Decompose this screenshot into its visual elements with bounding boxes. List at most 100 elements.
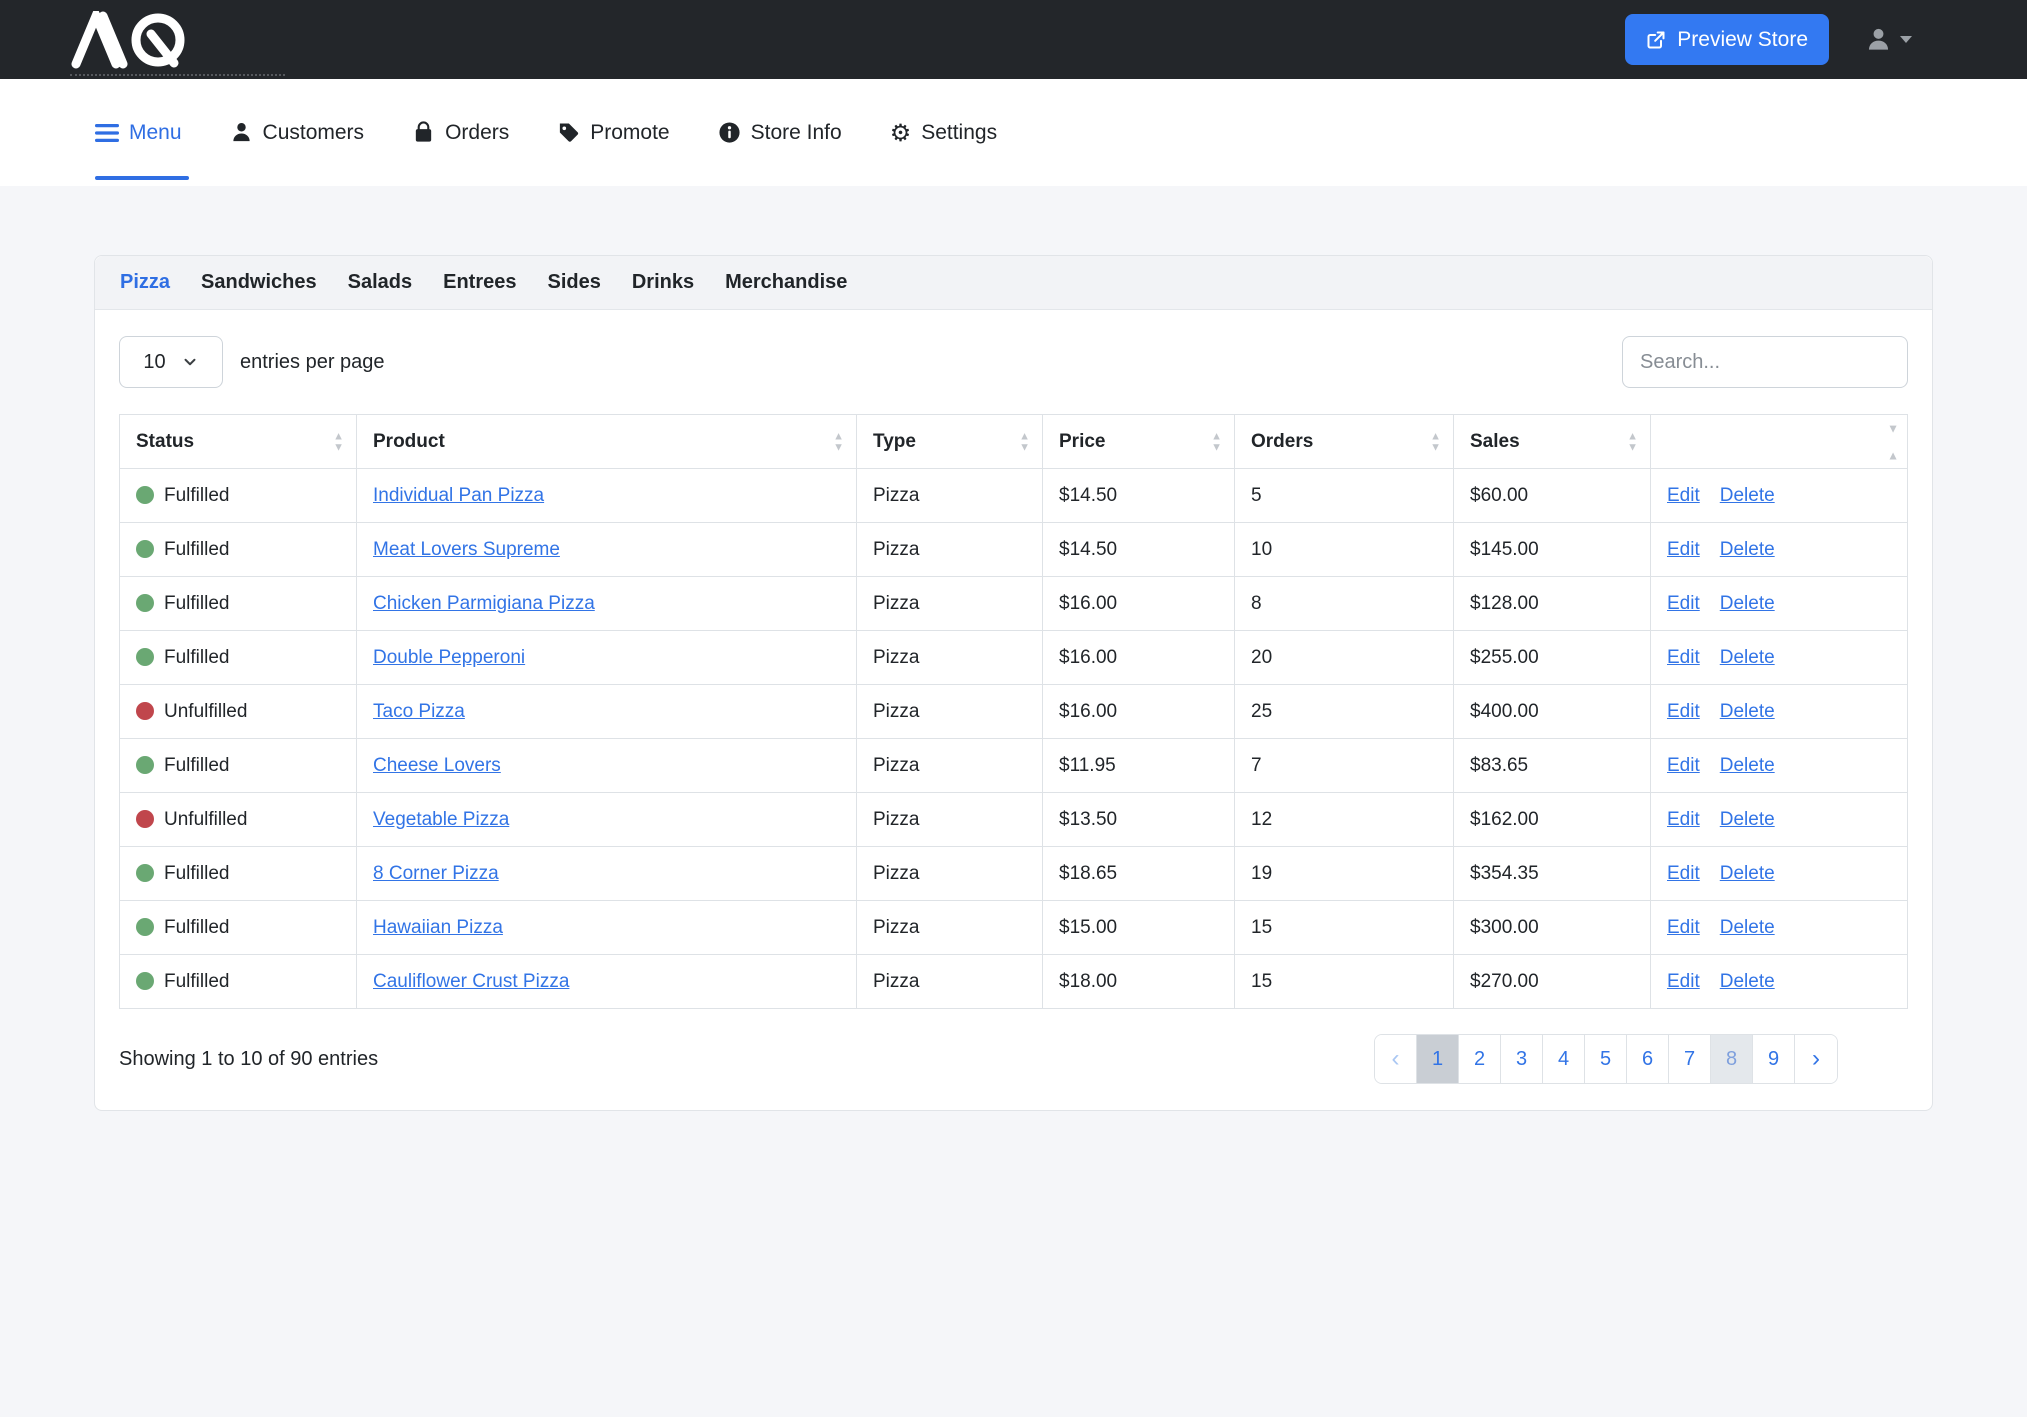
product-link[interactable]: Cauliflower Crust Pizza — [373, 971, 569, 992]
column-label: Product — [373, 431, 445, 452]
edit-link[interactable]: Edit — [1667, 809, 1700, 830]
pagination-page-7[interactable]: 7 — [1669, 1035, 1711, 1083]
edit-link[interactable]: Edit — [1667, 971, 1700, 992]
sort-icon[interactable]: ▼▲ — [1887, 422, 1899, 461]
tab-pizza[interactable]: Pizza — [120, 271, 170, 294]
pagination-prev-button[interactable]: ‹ — [1375, 1035, 1417, 1083]
table-row: UnfulfilledTaco PizzaPizza$16.0025$400.0… — [120, 685, 1908, 739]
product-link[interactable]: Hawaiian Pizza — [373, 917, 503, 938]
sort-asc-arrow: ▲ — [333, 431, 344, 441]
actions-cell: Edit Delete — [1651, 469, 1908, 523]
column-header-orders[interactable]: Orders▲▼ — [1235, 415, 1454, 469]
edit-link[interactable]: Edit — [1667, 593, 1700, 614]
edit-link[interactable]: Edit — [1667, 539, 1700, 560]
delete-link[interactable]: Delete — [1720, 971, 1775, 992]
pagination-page-9[interactable]: 9 — [1753, 1035, 1795, 1083]
entries-summary: Showing 1 to 10 of 90 entries — [119, 1048, 378, 1071]
orders-cell: 25 — [1235, 685, 1454, 739]
table-row: FulfilledCheese LoversPizza$11.957$83.65… — [120, 739, 1908, 793]
actions-cell: Edit Delete — [1651, 793, 1908, 847]
delete-link[interactable]: Delete — [1720, 755, 1775, 776]
tab-merchandise[interactable]: Merchandise — [725, 271, 847, 294]
delete-link[interactable]: Delete — [1720, 647, 1775, 668]
product-link[interactable]: Double Pepperoni — [373, 647, 525, 668]
nav-item-settings[interactable]: ⚙︎ Settings — [890, 121, 997, 145]
table-row: FulfilledCauliflower Crust PizzaPizza$18… — [120, 955, 1908, 1009]
delete-link[interactable]: Delete — [1720, 539, 1775, 560]
store-logo[interactable] — [70, 4, 285, 76]
product-link[interactable]: Vegetable Pizza — [373, 809, 509, 830]
status-dot-icon — [136, 756, 154, 774]
column-header-sales[interactable]: Sales▲▼ — [1454, 415, 1651, 469]
nav-item-orders[interactable]: Orders — [412, 121, 509, 145]
edit-link[interactable]: Edit — [1667, 755, 1700, 776]
actions-cell: Edit Delete — [1651, 739, 1908, 793]
price-cell: $16.00 — [1043, 685, 1235, 739]
delete-link[interactable]: Delete — [1720, 593, 1775, 614]
nav-item-menu[interactable]: Menu — [95, 121, 182, 145]
price-cell: $18.65 — [1043, 847, 1235, 901]
pagination-page-6[interactable]: 6 — [1627, 1035, 1669, 1083]
delete-link[interactable]: Delete — [1720, 863, 1775, 884]
search-input[interactable] — [1622, 336, 1908, 388]
product-link[interactable]: Individual Pan Pizza — [373, 485, 544, 506]
delete-link[interactable]: Delete — [1720, 485, 1775, 506]
edit-link[interactable]: Edit — [1667, 863, 1700, 884]
column-header-price[interactable]: Price▲▼ — [1043, 415, 1235, 469]
nav-item-promote[interactable]: Promote — [557, 121, 669, 145]
status-dot-icon — [136, 540, 154, 558]
delete-link[interactable]: Delete — [1720, 809, 1775, 830]
pagination-page-8[interactable]: 8 — [1711, 1035, 1753, 1083]
delete-link[interactable]: Delete — [1720, 701, 1775, 722]
product-cell: Double Pepperoni — [357, 631, 857, 685]
preview-store-button[interactable]: Preview Store — [1625, 14, 1829, 65]
pagination-next-button[interactable]: › — [1795, 1035, 1837, 1083]
nav-label: Settings — [921, 121, 997, 145]
user-menu-button[interactable] — [1865, 26, 1912, 53]
edit-link[interactable]: Edit — [1667, 647, 1700, 668]
sort-desc-arrow: ▼ — [1430, 442, 1441, 452]
edit-link[interactable]: Edit — [1667, 917, 1700, 938]
column-header-actions[interactable]: ▼▲ — [1651, 415, 1908, 469]
edit-link[interactable]: Edit — [1667, 485, 1700, 506]
pagination-page-4[interactable]: 4 — [1543, 1035, 1585, 1083]
actions-cell: Edit Delete — [1651, 577, 1908, 631]
sort-icon[interactable]: ▲▼ — [1627, 431, 1638, 452]
table-row: UnfulfilledVegetable PizzaPizza$13.5012$… — [120, 793, 1908, 847]
chevron-down-icon — [181, 353, 199, 371]
pagination-page-5[interactable]: 5 — [1585, 1035, 1627, 1083]
product-link[interactable]: Chicken Parmigiana Pizza — [373, 593, 595, 614]
card-body: 10 entries per page Status▲▼Product▲▼Typ… — [95, 310, 1932, 1009]
table-header-row: Status▲▼Product▲▼Type▲▼Price▲▼Orders▲▼Sa… — [120, 415, 1908, 469]
sort-icon[interactable]: ▲▼ — [1019, 431, 1030, 452]
pagination-page-3[interactable]: 3 — [1501, 1035, 1543, 1083]
product-link[interactable]: Taco Pizza — [373, 701, 465, 722]
sort-icon[interactable]: ▲▼ — [333, 431, 344, 452]
tab-sandwiches[interactable]: Sandwiches — [201, 271, 317, 294]
sort-icon[interactable]: ▲▼ — [1430, 431, 1441, 452]
pagination-page-1[interactable]: 1 — [1417, 1035, 1459, 1083]
pagination-page-2[interactable]: 2 — [1459, 1035, 1501, 1083]
actions-cell: Edit Delete — [1651, 847, 1908, 901]
product-cell: Hawaiian Pizza — [357, 901, 857, 955]
edit-link[interactable]: Edit — [1667, 701, 1700, 722]
tab-drinks[interactable]: Drinks — [632, 271, 694, 294]
column-header-product[interactable]: Product ▲▼ — [357, 415, 857, 469]
product-link[interactable]: Cheese Lovers — [373, 755, 501, 776]
product-link[interactable]: 8 Corner Pizza — [373, 863, 499, 884]
tab-entrees[interactable]: Entrees — [443, 271, 516, 294]
delete-link[interactable]: Delete — [1720, 917, 1775, 938]
tab-sides[interactable]: Sides — [548, 271, 601, 294]
page-size-select[interactable]: 10 — [119, 336, 223, 388]
product-link[interactable]: Meat Lovers Supreme — [373, 539, 560, 560]
tab-salads[interactable]: Salads — [348, 271, 412, 294]
sort-asc-arrow: ▲ — [833, 431, 844, 441]
nav-item-store-info[interactable]: Store Info — [718, 121, 842, 145]
nav-item-customers[interactable]: Customers — [230, 121, 365, 145]
sort-icon[interactable]: ▲▼ — [833, 431, 844, 452]
column-header-status[interactable]: Status▲▼ — [120, 415, 357, 469]
column-header-type[interactable]: Type▲▼ — [857, 415, 1043, 469]
table-row: FulfilledDouble PepperoniPizza$16.0020$2… — [120, 631, 1908, 685]
sort-icon[interactable]: ▲▼ — [1211, 431, 1222, 452]
nav-label: Promote — [590, 121, 669, 145]
